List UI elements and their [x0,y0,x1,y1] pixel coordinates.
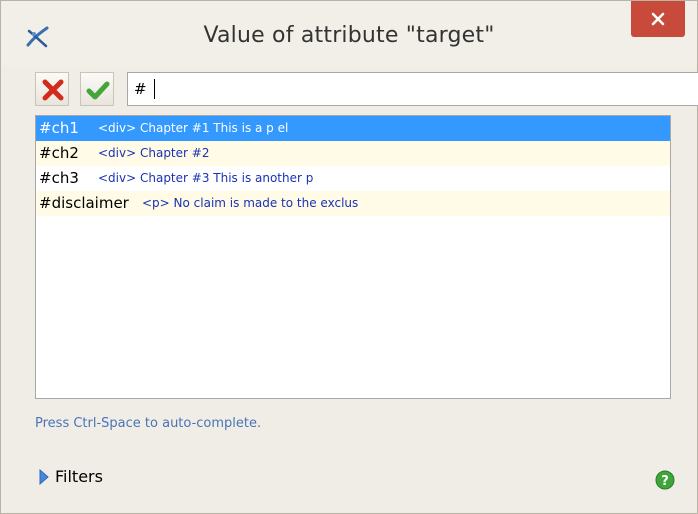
help-icon[interactable]: ? [655,470,675,490]
list-item-description: <p> No claim is made to the exclus [142,196,359,210]
list-item-anchor: #ch2 [39,144,79,162]
attribute-value-dialog: Value of attribute "target" #ch1 <div> C… [0,0,698,514]
toolbar [35,72,698,106]
list-item-anchor: #ch1 [39,119,79,137]
close-icon [651,12,665,26]
text-caret [154,79,155,99]
list-item-anchor: #disclaimer [39,194,129,212]
list-item-description: <div> Chapter #3 This is another p [98,171,314,185]
list-item-description: <div> Chapter #1 This is a p el [98,121,289,135]
list-item[interactable]: #ch2 <div> Chapter #2 [36,141,670,166]
red-x-icon [42,79,64,101]
accept-button[interactable] [80,72,114,106]
filters-label: Filters [55,467,103,486]
green-check-icon [86,81,110,100]
list-item[interactable]: #ch1 <div> Chapter #1 This is a p el [36,116,670,141]
title-bar[interactable]: Value of attribute "target" [1,1,697,67]
suggestion-list[interactable]: #ch1 <div> Chapter #1 This is a p el #ch… [35,115,671,399]
autocomplete-hint: Press Ctrl-Space to auto-complete. [35,416,262,431]
list-item-description: <div> Chapter #2 [98,146,210,160]
list-item[interactable]: #ch3 <div> Chapter #3 This is another p [36,166,670,191]
cancel-button[interactable] [35,72,69,106]
list-item[interactable]: #disclaimer <p> No claim is made to the … [36,191,670,216]
close-button[interactable] [631,1,685,37]
svg-text:?: ? [661,474,669,489]
window-title: Value of attribute "target" [203,23,495,48]
value-input[interactable] [127,72,698,106]
expand-triangle-icon [39,469,49,485]
list-item-anchor: #ch3 [39,169,79,187]
